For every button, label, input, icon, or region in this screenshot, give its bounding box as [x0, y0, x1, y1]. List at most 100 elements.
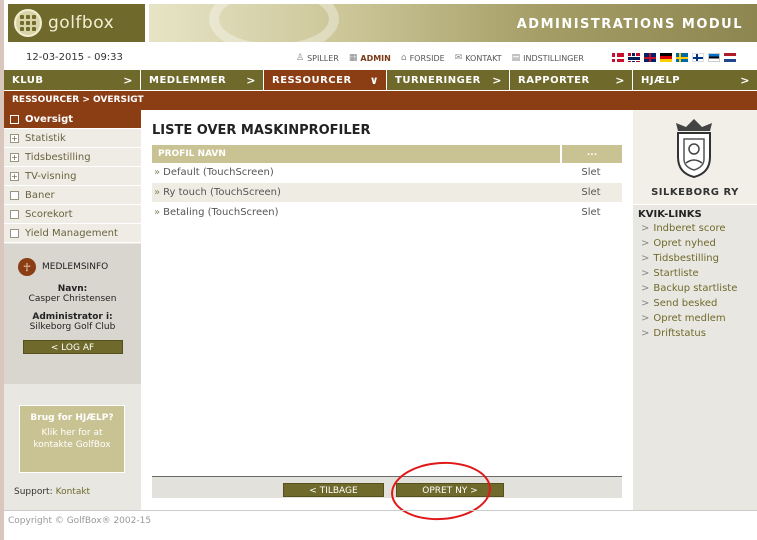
golf-ball-icon [14, 9, 42, 37]
quick-link-backup-startliste[interactable]: > Backup startliste [638, 283, 757, 298]
grid-icon: ▦ [348, 53, 358, 63]
nav-label: MEDLEMMER [149, 74, 227, 86]
delete-link[interactable]: Slet [560, 207, 622, 218]
main-content: LISTE OVER MASKINPROFILER PROFIL NAVN ..… [141, 110, 633, 524]
profile-link[interactable]: » Default (TouchScreen) [152, 167, 560, 178]
quick-link-driftstatus[interactable]: > Driftstatus [638, 328, 757, 343]
top-link-indstillinger[interactable]: ▤ INDSTILLINGER [512, 53, 584, 63]
member-info-header: ☥ MEDLEMSINFO [4, 244, 141, 280]
page-title: LISTE OVER MASKINPROFILER [152, 123, 371, 138]
logo-text: golfbox [48, 13, 115, 33]
quick-link-tidsbestilling[interactable]: > Tidsbestilling [638, 253, 757, 268]
top-link-label: ADMIN [360, 53, 391, 63]
delete-link[interactable]: Slet [560, 187, 622, 198]
top-link-kontakt[interactable]: ✉ KONTAKT [455, 53, 502, 63]
flag-norwegian-icon[interactable] [628, 53, 640, 62]
nav-label: RAPPORTER [518, 74, 590, 86]
quick-link-send-besked[interactable]: > Send besked [638, 298, 757, 313]
quick-link-indberet-score[interactable]: > Indberet score [638, 223, 757, 238]
profile-name: Betaling (TouchScreen) [163, 207, 279, 218]
club-crest-icon [676, 119, 712, 179]
expand-icon: + [10, 171, 19, 181]
nav-label: HJÆLP [641, 74, 681, 86]
right-sidebar: SILKEBORG RY KVIK-LINKS > Indberet score … [633, 110, 757, 510]
column-header-profile-name: PROFIL NAVN [158, 149, 226, 159]
nav-hjaelp[interactable]: HJÆLP > [633, 70, 757, 90]
create-new-button[interactable]: OPRET NY > [396, 483, 504, 497]
expand-icon: + [10, 133, 19, 143]
footer-copyright: Copyright © GolfBox® 2002-15 [4, 510, 757, 530]
profile-link[interactable]: » Ry touch (TouchScreen) [152, 187, 560, 198]
sidebar-item-label: Tidsbestilling [25, 151, 91, 163]
sidebar-item-label: Baner [25, 189, 55, 201]
golfbox-logo[interactable]: golfbox [8, 4, 145, 42]
sidebar-item-yield-management[interactable]: Yield Management [4, 224, 141, 243]
chevron-right-icon: > [641, 283, 650, 294]
sidebar-item-label: Yield Management [25, 227, 118, 239]
nav-ressourcer[interactable]: RESSOURCER ∨ [264, 70, 387, 90]
top-links: ♙ SPILLER ▦ ADMIN ⌂ FORSIDE ✉ KONTAKT ▤ INDST… [296, 53, 584, 63]
nav-klub[interactable]: KLUB > [4, 70, 141, 90]
flag-estonian-icon[interactable] [708, 53, 720, 62]
sidebar-item-scorekort[interactable]: Scorekort [4, 205, 141, 224]
double-chevron-icon: » [154, 187, 161, 198]
table-row: » Default (TouchScreen) Slet [152, 163, 622, 183]
datetime: 12-03-2015 - 09:33 [26, 52, 123, 63]
member-info-heading: MEDLEMSINFO [42, 262, 109, 272]
quick-link-opret-nyhed[interactable]: > Opret nyhed [638, 238, 757, 253]
top-link-label: SPILLER [307, 53, 339, 63]
sidebar-item-baner[interactable]: Baner [4, 186, 141, 205]
sidebar-item-oversigt[interactable]: Oversigt [4, 110, 141, 129]
house-icon: ⌂ [400, 53, 407, 63]
checkbox-icon [10, 209, 19, 219]
chevron-right-icon: > [641, 298, 650, 309]
profile-link[interactable]: » Betaling (TouchScreen) [152, 207, 560, 218]
nav-label: TURNERINGER [395, 74, 481, 86]
expand-icon: + [10, 152, 19, 162]
support: Support: Kontakt [14, 487, 90, 497]
column-header-actions: ... [560, 145, 622, 163]
breadcrumb: RESSOURCER > OVERSIGT [4, 91, 757, 110]
quick-link-startliste[interactable]: > Startliste [638, 268, 757, 283]
help-box[interactable]: Brug for HJÆLP? Klik her for at kontakte… [19, 405, 125, 473]
member-info: ☥ MEDLEMSINFO Navn: Casper Christensen A… [4, 244, 141, 384]
top-link-spiller[interactable]: ♙ SPILLER [296, 53, 339, 63]
header-banner: ADMINISTRATIONS MODUL [149, 4, 757, 42]
chevron-right-icon: > [641, 328, 650, 339]
top-link-label: INDSTILLINGER [523, 53, 584, 63]
support-contact-link[interactable]: Kontakt [56, 487, 90, 497]
delete-link[interactable]: Slet [560, 167, 622, 178]
flag-danish-icon[interactable] [612, 53, 624, 62]
top-link-admin[interactable]: ▦ ADMIN [349, 53, 391, 63]
table-header: PROFIL NAVN ... [152, 145, 622, 163]
checkbox-icon [10, 190, 19, 200]
logout-button[interactable]: < LOG AF [22, 340, 123, 354]
quick-link-opret-medlem[interactable]: > Opret medlem [638, 313, 757, 328]
nav-rapporter[interactable]: RAPPORTER > [510, 70, 633, 90]
admin-label: Administrator i: [32, 312, 113, 322]
sidebar-item-statistik[interactable]: + Statistik [4, 129, 141, 148]
club-name: SILKEBORG RY [651, 187, 739, 198]
flag-finnish-icon[interactable] [692, 53, 704, 62]
sidebar-item-label: Statistik [25, 132, 66, 144]
quick-link-label: Tidsbestilling [653, 253, 719, 264]
nav-turneringer[interactable]: TURNERINGER > [387, 70, 510, 90]
flag-german-icon[interactable] [660, 53, 672, 62]
top-link-forside[interactable]: ⌂ FORSIDE [401, 53, 445, 63]
header: golfbox ADMINISTRATIONS MODUL [4, 0, 757, 46]
flag-swedish-icon[interactable] [676, 53, 688, 62]
flag-english-icon[interactable] [644, 53, 656, 62]
sidebar-item-tv-visning[interactable]: + TV-visning [4, 167, 141, 186]
chevron-right-icon: > [641, 238, 650, 249]
back-button[interactable]: < TILBAGE [283, 483, 384, 497]
table-row: » Ry touch (TouchScreen) Slet [152, 183, 622, 203]
nav-medlemmer[interactable]: MEDLEMMER > [141, 70, 264, 90]
quick-links: KVIK-LINKS > Indberet score > Opret nyhed … [633, 205, 757, 343]
flag-dutch-icon[interactable] [724, 53, 736, 62]
sidebar-item-label: Oversigt [25, 113, 74, 125]
nav-label: RESSOURCER [272, 74, 352, 86]
top-link-label: FORSIDE [409, 53, 445, 63]
quick-link-label: Indberet score [653, 223, 726, 234]
sidebar-item-tidsbestilling[interactable]: + Tidsbestilling [4, 148, 141, 167]
document-icon: ▤ [511, 53, 521, 63]
